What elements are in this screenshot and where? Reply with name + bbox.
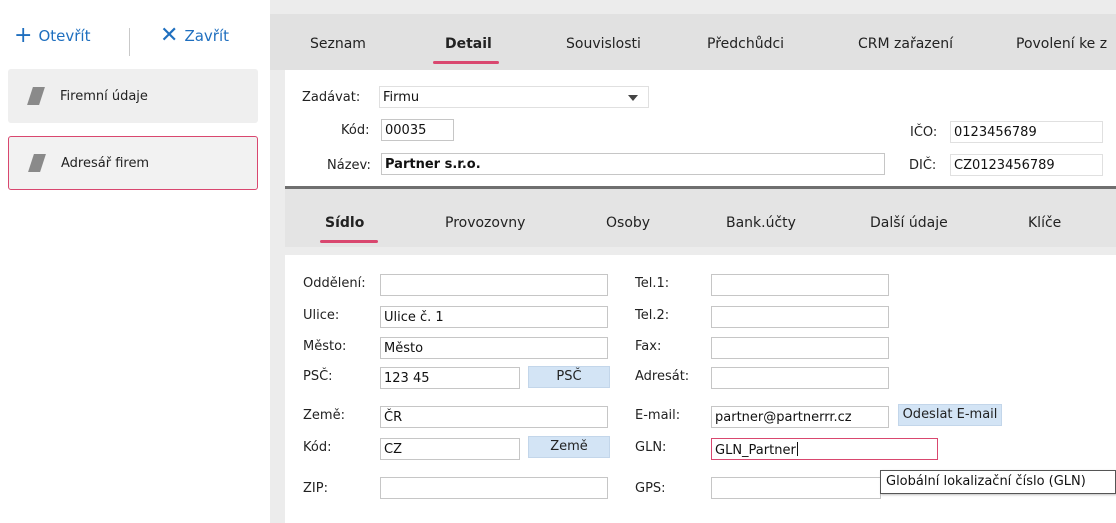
zeme-label: Země:	[303, 408, 345, 423]
active-subtab-underline	[320, 240, 378, 243]
tab-detail[interactable]: Detail	[445, 36, 492, 52]
kod-country-field[interactable]: CZ	[380, 438, 520, 460]
tel2-field[interactable]	[711, 306, 889, 328]
mesto-field[interactable]: Město	[380, 337, 608, 359]
mesto-label: Město:	[303, 339, 347, 354]
zadavat-select[interactable]: Firmu	[379, 86, 649, 108]
zeme-button[interactable]: Země	[528, 436, 610, 458]
tab-list[interactable]: Seznam	[310, 36, 366, 52]
oddeleni-label: Oddělení:	[303, 276, 366, 291]
tab-predecessors[interactable]: Předchůdci	[707, 36, 784, 52]
active-tab-underline	[433, 61, 499, 64]
chevron-down-icon	[628, 95, 638, 101]
slant-icon	[28, 154, 46, 172]
gln-label: GLN:	[635, 440, 667, 455]
gps-label: GPS:	[635, 481, 666, 496]
psc-button[interactable]: PSČ	[528, 366, 610, 388]
dic-label: DIČ:	[909, 158, 937, 173]
text-cursor	[796, 442, 798, 456]
tab-bank-accounts[interactable]: Bank.účty	[726, 215, 796, 231]
sidebar-item-label: Firemní údaje	[60, 88, 148, 104]
nazev-label: Název:	[327, 158, 371, 173]
dic-field[interactable]: CZ0123456789	[950, 154, 1103, 176]
tel2-label: Tel.2:	[635, 308, 670, 323]
right-pane: Seznam Detail Souvislosti Předchůdci CRM…	[270, 0, 1116, 523]
kod-label: Kód:	[341, 123, 370, 138]
zeme-field[interactable]: ČR	[380, 406, 608, 428]
adresat-label: Adresát:	[635, 369, 690, 384]
ico-field[interactable]: 0123456789	[950, 121, 1103, 143]
open-label: Otevřít	[38, 27, 91, 45]
zip-label: ZIP:	[303, 481, 328, 496]
psc-label: PSČ:	[303, 369, 333, 384]
send-email-button[interactable]: Odeslat E-mail	[898, 404, 1002, 426]
psc-field[interactable]: 123 45	[380, 367, 520, 389]
open-button[interactable]: + Otevřít	[14, 23, 91, 48]
sidebar-item-company-directory[interactable]: Adresář firem	[8, 136, 258, 190]
tab-crm[interactable]: CRM zařazení	[858, 36, 953, 52]
gps-field[interactable]	[711, 477, 881, 499]
gln-tooltip: Globální lokalizační číslo (GLN)	[880, 470, 1116, 494]
tab-provozovny[interactable]: Provozovny	[445, 215, 525, 231]
action-bar: + Otevřít ✕ Zavřít	[0, 0, 270, 62]
close-icon: ✕	[160, 23, 179, 48]
tab-osoby[interactable]: Osoby	[606, 215, 650, 231]
tel1-label: Tel.1:	[635, 276, 670, 291]
fax-label: Fax:	[635, 339, 662, 354]
tab-permissions[interactable]: Povolení ke z	[1016, 36, 1107, 52]
gln-field[interactable]: GLN_Partner	[711, 438, 938, 460]
ulice-label: Ulice:	[303, 308, 340, 323]
zadavat-label: Zadávat:	[302, 90, 361, 105]
zadavat-value: Firmu	[383, 90, 420, 105]
tab-other-data[interactable]: Další údaje	[870, 215, 948, 231]
sidebar-item-label: Adresář firem	[61, 155, 150, 171]
gln-value: GLN_Partner	[715, 443, 796, 458]
close-label: Zavřít	[184, 27, 229, 45]
main-tab-bar: Seznam Detail Souvislosti Předchůdci CRM…	[270, 14, 1116, 70]
email-label: E-mail:	[635, 408, 681, 423]
sidebar-item-company-data[interactable]: Firemní údaje	[8, 69, 258, 123]
left-pane: + Otevřít ✕ Zavřít Firemní údaje Adresář…	[0, 0, 270, 523]
sub-tab-bar: Sídlo Provozovny Osoby Bank.účty Další ú…	[285, 189, 1116, 247]
tab-sidlo[interactable]: Sídlo	[325, 215, 364, 231]
kod-field[interactable]: 00035	[381, 119, 454, 141]
fax-field[interactable]	[711, 337, 889, 359]
tab-relations[interactable]: Souvislosti	[566, 36, 641, 52]
tel1-field[interactable]	[711, 274, 889, 296]
nazev-field[interactable]: Partner s.r.o.	[381, 153, 885, 175]
action-divider	[129, 28, 130, 56]
adresat-field[interactable]	[711, 367, 889, 389]
slant-icon	[27, 87, 45, 105]
kod-country-label: Kód:	[303, 440, 332, 455]
header-panel: Zadávat: Firmu Kód: 00035 Název: Partner…	[285, 70, 1116, 186]
ulice-field[interactable]: Ulice č. 1	[380, 306, 608, 328]
zip-field[interactable]	[380, 477, 608, 499]
email-field[interactable]: partner@partnerrr.cz	[711, 406, 889, 428]
plus-icon: +	[14, 23, 33, 48]
oddeleni-field[interactable]	[380, 274, 608, 296]
ico-label: IČO:	[910, 125, 938, 140]
tab-keys[interactable]: Klíče	[1028, 215, 1061, 231]
close-button[interactable]: ✕ Zavřít	[160, 23, 229, 48]
